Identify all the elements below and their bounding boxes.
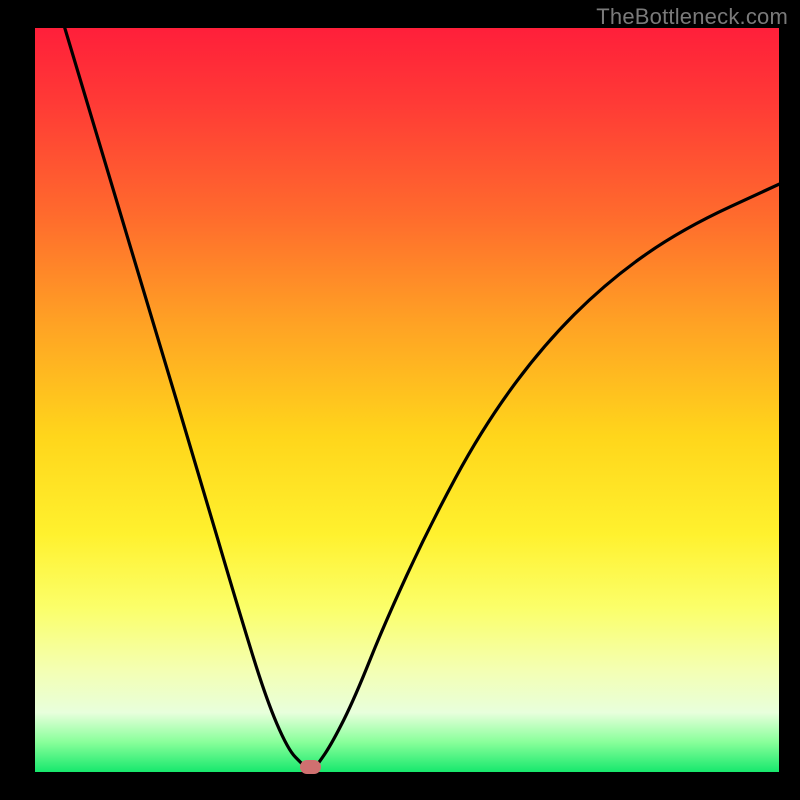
optimal-point-marker	[300, 760, 321, 774]
chart-frame: TheBottleneck.com	[0, 0, 800, 800]
bottleneck-curve	[35, 28, 779, 772]
watermark-text: TheBottleneck.com	[596, 4, 788, 30]
plot-area	[35, 28, 779, 772]
